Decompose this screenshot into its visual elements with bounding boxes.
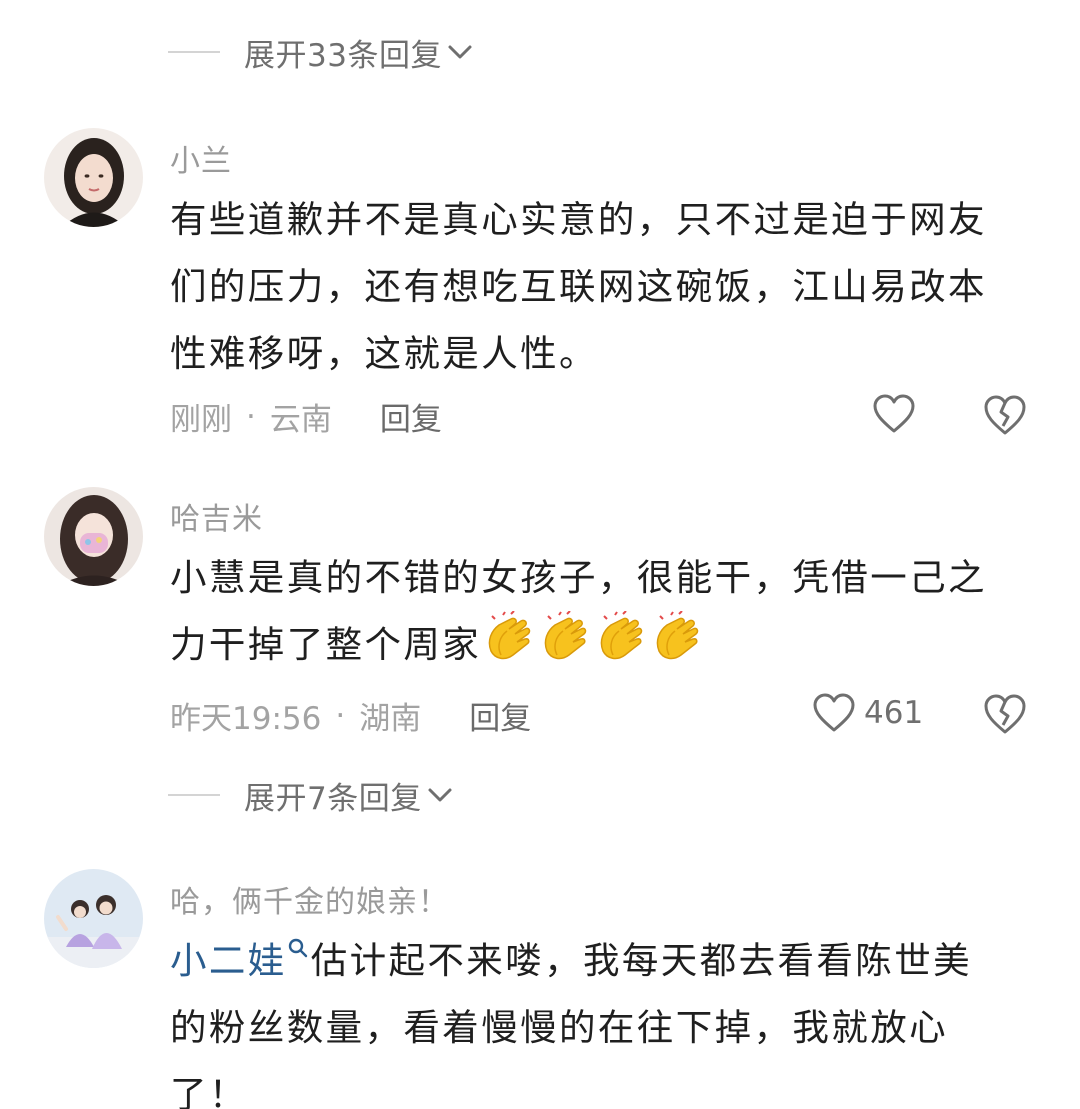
heart-outline-icon [813, 693, 855, 732]
expand-replies-label: 展开7条回复 [244, 780, 422, 817]
username[interactable]: 哈吉米 [170, 494, 263, 538]
broken-heart-icon[interactable] [982, 692, 1028, 736]
clapping-hands-emoji [544, 611, 587, 660]
expand-replies-button[interactable]: 展开33条回复 [168, 32, 474, 74]
username[interactable]: 小兰 [170, 136, 232, 180]
avatar[interactable] [44, 128, 143, 227]
expand-replies-button[interactable]: 展开7条回复 [168, 775, 454, 817]
meta-separator: · [246, 398, 256, 435]
expand-divider [168, 51, 220, 53]
comment-thread: 展开33条回复 小兰 有些道歉并不是真心实意的，只不过是迫于网友 们的压力，还有… [0, 0, 1080, 1109]
chevron-down-icon [428, 788, 452, 802]
meta-separator: · [335, 697, 346, 734]
comment-line: 的粉丝数量，看着慢慢的在往下掉，我就放心 [170, 1006, 948, 1049]
comment-line: 们的压力，还有想吃互联网这碗饭，江山易改本 [170, 265, 987, 308]
comment-line: 小二娃 估计起不来喽，我每天都去看看陈世美 [170, 927, 1050, 994]
like-count: 461 [864, 695, 924, 731]
comment-text: 有些道歉并不是真心实意的，只不过是迫于网友 们的压力，还有想吃互联网这碗饭，江山… [170, 186, 1050, 387]
comment-location: 湖南 [359, 701, 422, 737]
comment-location: 云南 [269, 402, 332, 438]
comment-line-text: 估计起不来喽，我每天都去看看陈世美 [310, 939, 973, 982]
mention-link[interactable]: 小二娃 [170, 938, 311, 982]
reply-button[interactable]: 回复 [380, 394, 442, 439]
clapping-hands-emoji [600, 611, 643, 660]
comment-time: 昨天19:56 [170, 701, 322, 737]
avatar[interactable] [44, 487, 143, 586]
comment-text: 小慧是真的不错的女孩子，很能干，凭借一己之 力干掉了整个周家 [170, 544, 1050, 678]
username[interactable]: 哈，俩千金的娘亲！ [170, 877, 449, 921]
expand-divider [168, 794, 220, 796]
like-button[interactable] [872, 393, 916, 435]
clapping-hands-emoji [488, 611, 531, 660]
like-button[interactable]: 461 [812, 692, 923, 734]
comment-text: 小二娃 估计起不来喽，我每天都去看看陈世美 的粉丝数量，看着慢慢的在往下掉，我就… [170, 927, 1050, 1109]
clapping-hands-emoji [656, 611, 699, 660]
comment-line: 了！ [170, 1073, 248, 1109]
heart-outline-icon [873, 394, 915, 433]
comment-line: 有些道歉并不是真心实意的，只不过是迫于网友 [170, 198, 987, 241]
chevron-down-icon [448, 45, 472, 59]
reply-button[interactable]: 回复 [469, 693, 531, 738]
comment-line: 力干掉了整个周家 [170, 611, 1050, 678]
avatar[interactable] [44, 869, 143, 968]
broken-heart-icon[interactable] [982, 393, 1028, 437]
comment-line: 小慧是真的不错的女孩子，很能干，凭借一己之 [170, 556, 987, 599]
mention-name: 小二娃 [170, 939, 287, 982]
expand-replies-label: 展开33条回复 [244, 37, 442, 74]
comment-meta: 刚刚 · 云南 回复 [170, 394, 442, 439]
search-icon [288, 938, 307, 958]
comment-time: 刚刚 [170, 402, 232, 438]
comment-meta: 昨天19:56 · 湖南 回复 [170, 693, 531, 738]
comment-line-text: 力干掉了整个周家 [170, 623, 482, 666]
comment-line: 性难移呀，这就是人性。 [170, 332, 598, 375]
